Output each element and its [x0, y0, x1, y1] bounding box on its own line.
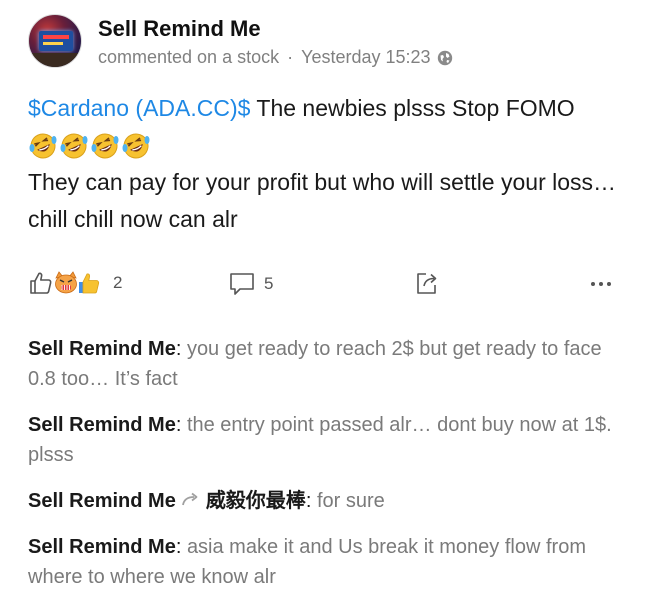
post-timestamp: Yesterday 15:23	[301, 47, 431, 67]
avatar-detail-shape	[43, 42, 63, 45]
post-body: $Cardano (ADA.CC)$ The newbies plsss Sto…	[28, 90, 628, 238]
globe-icon	[437, 50, 452, 65]
reply-arrow-icon	[181, 492, 198, 506]
like-button[interactable]: 2	[28, 270, 122, 296]
comment-separator: :	[175, 414, 187, 436]
share-icon	[417, 273, 437, 294]
stock-ticker-link[interactable]: $Cardano (ADA.CC)$	[28, 95, 250, 121]
post-meta: commented on a stock · Yesterday 15:23	[98, 47, 453, 68]
comment-author[interactable]: Sell Remind Me	[28, 536, 176, 558]
action-bar: 2 5	[28, 270, 628, 302]
comment-separator: :	[305, 490, 317, 512]
comments-list: Sell Remind Me: you get ready to reach 2…	[28, 334, 628, 604]
comment-button[interactable]: 5	[228, 270, 273, 298]
comment-item[interactable]: Sell Remind Me: you get ready to reach 2…	[28, 334, 628, 394]
avatar[interactable]	[28, 14, 82, 68]
meta-separator: ·	[287, 47, 294, 67]
comment-author[interactable]: Sell Remind Me	[28, 414, 176, 436]
comment-bubble-icon	[230, 273, 254, 295]
author-name[interactable]: Sell Remind Me	[98, 16, 261, 42]
rofl-emoji-icon	[122, 133, 150, 158]
comment-count: 5	[264, 274, 274, 293]
thumbs-up-outline-icon	[30, 272, 52, 294]
post-first-line: $Cardano (ADA.CC)$ The newbies plsss Sto…	[28, 90, 628, 127]
avatar-desk-shape	[29, 53, 81, 67]
comment-item[interactable]: Sell Remind Me: the entry point passed a…	[28, 410, 628, 470]
post-text: The newbies plsss Stop FOMO	[250, 95, 575, 121]
comment-separator: :	[175, 536, 187, 558]
more-options-button[interactable]	[588, 274, 614, 294]
emoji-row	[28, 127, 628, 164]
thumbs-up-emoji-icon	[79, 273, 100, 294]
comment-item[interactable]: Sell Remind Me 威毅你最棒: for sure	[28, 486, 628, 516]
share-button[interactable]	[414, 270, 440, 296]
rofl-emoji-icon	[60, 133, 88, 158]
comment-text: for sure	[316, 490, 385, 512]
angry-cat-emoji-icon	[55, 271, 77, 294]
post-action-text: commented on a stock	[98, 47, 280, 67]
comment-author[interactable]: Sell Remind Me	[28, 490, 176, 512]
rofl-emoji-icon	[29, 133, 57, 158]
comment-author[interactable]: Sell Remind Me	[28, 338, 176, 360]
avatar-screen-shape	[39, 31, 73, 51]
comment-reply-target[interactable]: 威毅你最棒	[206, 490, 306, 512]
post-text-body: They can pay for your profit but who wil…	[28, 169, 617, 232]
post-header: Sell Remind Me commented on a stock · Ye…	[28, 14, 628, 70]
comment-item[interactable]: Sell Remind Me: asia make it and Us brea…	[28, 532, 628, 592]
avatar-detail-shape	[43, 35, 69, 39]
comment-separator: :	[175, 338, 187, 360]
rofl-emoji-icon	[91, 133, 119, 158]
like-count: 2	[113, 273, 123, 292]
more-dots-icon	[591, 282, 611, 286]
